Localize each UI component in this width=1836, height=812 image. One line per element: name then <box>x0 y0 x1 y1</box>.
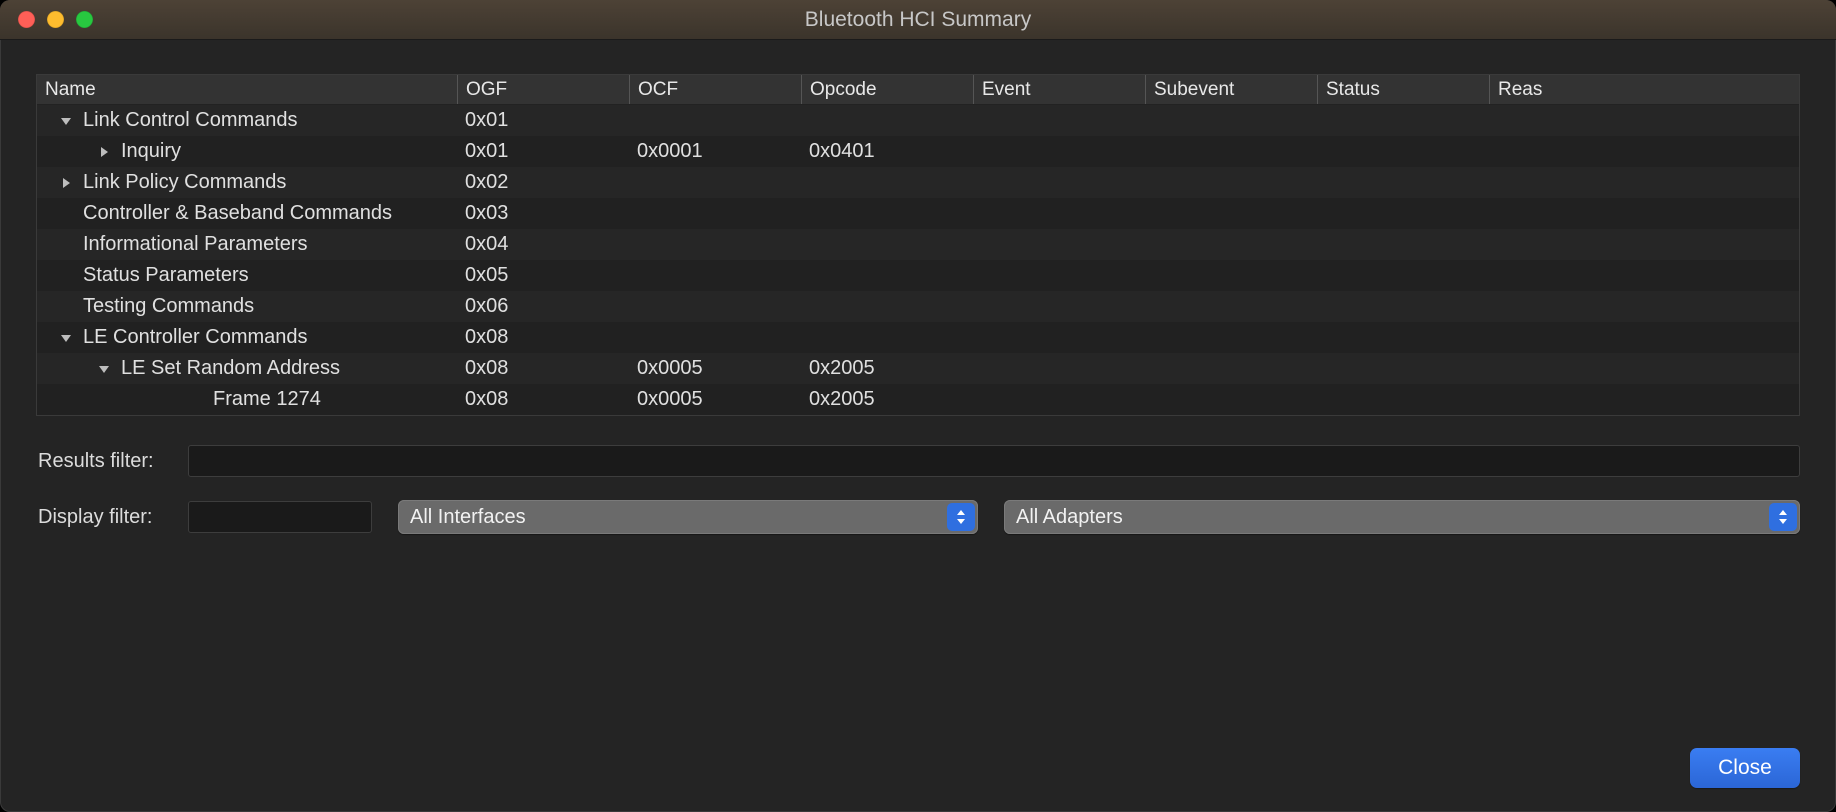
table-row[interactable]: Informational Parameters 0x04 <box>37 229 1799 260</box>
table-row[interactable]: Controller & Baseband Commands 0x03 <box>37 198 1799 229</box>
cell-name: Link Control Commands <box>37 109 457 132</box>
cell-ogf: 0x08 <box>457 388 629 411</box>
window-minimize-button[interactable] <box>47 11 64 28</box>
results-filter-row: Results filter: <box>36 444 1800 478</box>
cell-name: Link Policy Commands <box>37 171 457 194</box>
row-name: Testing Commands <box>83 295 254 318</box>
cell-ogf: 0x03 <box>457 202 629 225</box>
cell-name: Testing Commands <box>37 295 457 318</box>
adapters-popup-label: All Adapters <box>1016 506 1123 529</box>
cell-name: Controller & Baseband Commands <box>37 202 457 225</box>
cell-name: Status Parameters <box>37 264 457 287</box>
cell-ogf: 0x08 <box>457 357 629 380</box>
results-filter-label: Results filter: <box>38 450 188 473</box>
row-name: Status Parameters <box>83 264 249 287</box>
column-header-opcode[interactable]: Opcode <box>801 75 973 104</box>
updown-icon <box>1769 503 1797 531</box>
cell-ogf: 0x04 <box>457 233 629 256</box>
interfaces-popup-label: All Interfaces <box>410 506 526 529</box>
results-filter-input[interactable] <box>188 445 1800 477</box>
disclosure-triangle-icon[interactable] <box>97 145 111 159</box>
table-row[interactable]: Link Policy Commands 0x02 <box>37 167 1799 198</box>
cell-name: Frame 1274 <box>37 388 457 411</box>
column-header-subevent[interactable]: Subevent <box>1145 75 1317 104</box>
dialog-footer: Close <box>36 724 1800 788</box>
window-close-button[interactable] <box>18 11 35 28</box>
content: NameOGFOCFOpcodeEventSubeventStatusReas … <box>0 40 1836 812</box>
disclosure-triangle-icon[interactable] <box>59 331 73 345</box>
table-row[interactable]: Inquiry 0x010x00010x0401 <box>37 136 1799 167</box>
table-body: Link Control Commands0x01 Inquiry0x010x0… <box>37 105 1799 415</box>
cell-name: LE Set Random Address <box>37 357 457 380</box>
table-row[interactable]: Testing Commands 0x06 <box>37 291 1799 322</box>
row-name: Informational Parameters <box>83 233 308 256</box>
cell-opcode: 0x2005 <box>801 388 973 411</box>
titlebar: Bluetooth HCI Summary <box>0 0 1836 40</box>
table-row[interactable]: LE Set Random Address 0x080x00050x2005 <box>37 353 1799 384</box>
table-row[interactable]: Status Parameters 0x05 <box>37 260 1799 291</box>
window-title: Bluetooth HCI Summary <box>0 8 1836 32</box>
row-name: LE Set Random Address <box>121 357 340 380</box>
window-zoom-button[interactable] <box>76 11 93 28</box>
cell-ocf: 0x0005 <box>629 388 801 411</box>
disclosure-triangle-icon[interactable] <box>59 114 73 128</box>
cell-name: LE Controller Commands <box>37 326 457 349</box>
table-header: NameOGFOCFOpcodeEventSubeventStatusReas <box>37 75 1799 105</box>
table-row[interactable]: LE Controller Commands 0x08 <box>37 322 1799 353</box>
traffic-lights <box>0 11 93 28</box>
table-row[interactable]: Frame 1274 0x080x00050x2005 <box>37 384 1799 415</box>
row-name: Frame 1274 <box>213 388 321 411</box>
cell-ogf: 0x02 <box>457 171 629 194</box>
column-header-reason[interactable]: Reas <box>1489 75 1551 104</box>
cell-opcode: 0x2005 <box>801 357 973 380</box>
updown-icon <box>947 503 975 531</box>
disclosure-triangle-icon[interactable] <box>59 176 73 190</box>
cell-opcode: 0x0401 <box>801 140 973 163</box>
table-row[interactable]: Link Control Commands 0x01 <box>37 105 1799 136</box>
row-name: LE Controller Commands <box>83 326 308 349</box>
cell-name: Inquiry <box>37 140 457 163</box>
cell-ogf: 0x05 <box>457 264 629 287</box>
cell-ogf: 0x01 <box>457 109 629 132</box>
adapters-popup[interactable]: All Adapters <box>1004 500 1800 534</box>
cell-ogf: 0x01 <box>457 140 629 163</box>
filters-panel: Results filter: Display filter: All Inte… <box>36 444 1800 534</box>
row-name: Controller & Baseband Commands <box>83 202 392 225</box>
cell-name: Informational Parameters <box>37 233 457 256</box>
cell-ocf: 0x0005 <box>629 357 801 380</box>
row-name: Link Policy Commands <box>83 171 286 194</box>
cell-ocf: 0x0001 <box>629 140 801 163</box>
column-header-event[interactable]: Event <box>973 75 1145 104</box>
column-header-ogf[interactable]: OGF <box>457 75 629 104</box>
display-filter-row: Display filter: All Interfaces All Adapt… <box>36 500 1800 534</box>
cell-ogf: 0x08 <box>457 326 629 349</box>
disclosure-triangle-icon[interactable] <box>97 362 111 376</box>
cell-ogf: 0x06 <box>457 295 629 318</box>
hci-table: NameOGFOCFOpcodeEventSubeventStatusReas … <box>36 74 1800 416</box>
column-header-name[interactable]: Name <box>37 75 457 104</box>
column-header-status[interactable]: Status <box>1317 75 1489 104</box>
row-name: Link Control Commands <box>83 109 298 132</box>
display-filter-label: Display filter: <box>38 506 188 529</box>
column-header-ocf[interactable]: OCF <box>629 75 801 104</box>
interfaces-popup[interactable]: All Interfaces <box>398 500 978 534</box>
row-name: Inquiry <box>121 140 181 163</box>
close-button[interactable]: Close <box>1690 748 1800 788</box>
display-filter-input[interactable] <box>188 501 372 533</box>
window: Bluetooth HCI Summary NameOGFOCFOpcodeEv… <box>0 0 1836 812</box>
